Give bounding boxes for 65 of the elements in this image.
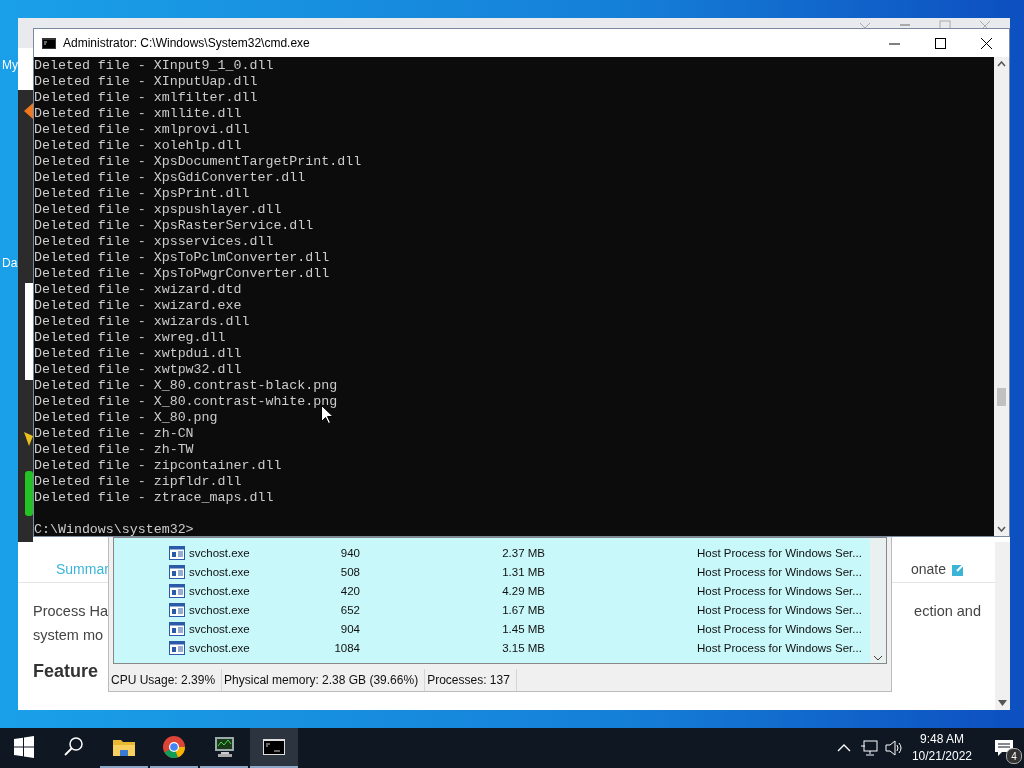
console-line: Deleted file - zh-CN — [34, 426, 194, 441]
console-line: Deleted file - XpsGdiConverter.dll — [34, 170, 306, 185]
console-line: Deleted file - xpspushlayer.dll — [34, 202, 282, 217]
paragraph-text: Process Ha — [33, 602, 108, 621]
status-text: Physical memory: 2.38 GB (39.66%) — [222, 669, 426, 691]
process-description: Host Process for Windows Ser... — [696, 546, 863, 559]
memory-value: 1.31 MB — [501, 565, 545, 578]
console-line: Deleted file - xwizards.dll — [34, 314, 250, 329]
process-name: svchost.exe — [188, 546, 251, 559]
console-line: Deleted file - xmllite.dll — [34, 106, 242, 121]
console-line: Deleted file - XpsPrint.dll — [34, 186, 250, 201]
console-line: Deleted file - X_80.png — [34, 410, 218, 425]
process-description: Host Process for Windows Ser... — [696, 584, 863, 597]
process-id: 508 — [339, 565, 360, 578]
console-line: Deleted file - XInput9_1_0.dll — [34, 58, 274, 73]
console-line: Deleted file - xmlprovi.dll — [34, 122, 250, 137]
process-name: svchost.exe — [188, 584, 251, 597]
memory-value: 2.37 MB — [501, 546, 545, 559]
memory-value: 4.29 MB — [501, 584, 545, 597]
console-line: Deleted file - X_80.contrast-black.png — [34, 378, 338, 393]
process-id: 904 — [339, 622, 360, 635]
section-heading: Feature — [33, 661, 99, 681]
console-line: Deleted file - zipfldr.dll — [34, 474, 242, 489]
status-text: CPU Usage: 2.39% — [109, 669, 223, 691]
process-description: Host Process for Windows Ser... — [696, 603, 863, 616]
process-description: Host Process for Windows Ser... — [696, 622, 863, 635]
console-line: Deleted file - XpsToPwgrConverter.dll — [34, 266, 330, 281]
console-line: Deleted file - XInputUap.dll — [34, 74, 258, 89]
process-name: svchost.exe — [188, 641, 251, 654]
console-line: Deleted file - xolehlp.dll — [34, 138, 242, 153]
console-line: Deleted file - xwizard.exe — [34, 298, 242, 313]
console-line: Deleted file - xwtpdui.dll — [34, 346, 242, 361]
memory-value: 3.15 MB — [501, 641, 545, 654]
process-id: 652 — [339, 603, 360, 616]
console-line: Deleted file - xwizard.dtd — [34, 282, 242, 297]
memory-value: 1.67 MB — [501, 603, 545, 616]
console-line: Deleted file - xwreg.dll — [34, 330, 226, 345]
command-prompt: C:\Windows\system32> — [34, 522, 194, 536]
process-description: Host Process for Windows Ser... — [696, 565, 863, 578]
process-id: 940 — [339, 546, 360, 559]
donate-link[interactable]: onate — [910, 561, 946, 577]
console-line: Deleted file - zipcontainer.dll — [34, 458, 282, 473]
status-text: Processes: 137 — [425, 669, 517, 691]
console-line: Deleted file - XpsDocumentTargetPrint.dll — [34, 154, 362, 169]
console-line: Deleted file - xwtpw32.dll — [34, 362, 242, 377]
clock-date[interactable]: 10/21/2022 — [911, 748, 972, 765]
clock-time[interactable]: 9:48 AM — [919, 731, 964, 748]
console-line: Deleted file - XpsToPclmConverter.dll — [34, 250, 330, 265]
paragraph-text: system mo — [33, 627, 104, 643]
console-line: Deleted file - X_80.contrast-white.png — [34, 394, 338, 409]
notification-badge: 4 — [1006, 748, 1022, 764]
process-id: 1084 — [333, 641, 360, 654]
console-line: Deleted file - xpsservices.dll — [34, 234, 274, 249]
paragraph-text: ection and — [914, 602, 981, 621]
memory-value: 1.45 MB — [501, 622, 545, 635]
window-title: Administrator: C:\Windows\System32\cmd.exe — [63, 36, 311, 50]
process-description: Host Process for Windows Ser... — [696, 641, 863, 654]
process-name: svchost.exe — [188, 603, 251, 616]
process-name: svchost.exe — [188, 565, 251, 578]
console-line: Deleted file - xmlfilter.dll — [34, 90, 258, 105]
process-id: 420 — [339, 584, 360, 597]
process-name: svchost.exe — [188, 622, 251, 635]
console-line: Deleted file - ztrace_maps.dll — [34, 490, 274, 505]
console-line: Deleted file - zh-TW — [34, 442, 194, 457]
console-line: Deleted file - XpsRasterService.dll — [34, 218, 314, 233]
